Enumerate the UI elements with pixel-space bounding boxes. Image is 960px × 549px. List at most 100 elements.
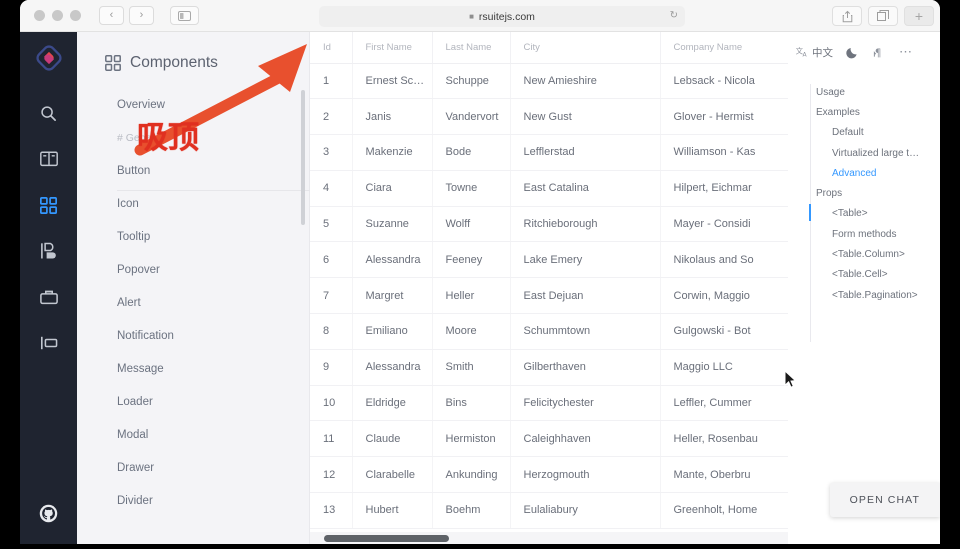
table-row[interactable]: 1 Ernest Sc… Schuppe New Amieshire Lebsack -… (310, 63, 788, 100)
cell-city: Lefflerstad (510, 134, 661, 171)
sidebar-item-icon[interactable]: Icon (77, 187, 309, 220)
github-icon[interactable] (39, 504, 58, 528)
sidebar-item-drawer[interactable]: Drawer (77, 451, 309, 484)
column-header-first-name[interactable]: First Name (352, 32, 433, 64)
book-glyph (39, 151, 58, 167)
toc-item[interactable]: <Table.Column> (816, 244, 928, 264)
maximize-window-button[interactable] (70, 10, 81, 21)
toc-item[interactable]: <Table.Pagination> (816, 285, 928, 305)
search-icon[interactable] (32, 96, 66, 130)
sidebar-item-overview[interactable]: Overview (77, 88, 309, 121)
sidebar-item-notification[interactable]: Notification (77, 319, 309, 352)
toc-item[interactable]: Advanced (816, 163, 928, 183)
cell-city: Ritchieborough (510, 206, 661, 243)
cell-first-name: Emiliano (352, 313, 433, 350)
components-grid-icon[interactable] (32, 188, 66, 222)
table-row[interactable]: 8 Emiliano Moore Schummtown Gulgowski - Bot (310, 313, 788, 350)
sidebar-item-button[interactable]: Button (77, 154, 309, 187)
extensions-icon[interactable] (32, 326, 66, 360)
window-traffic-lights (34, 10, 81, 21)
horizontal-scrollbar-thumb[interactable] (324, 535, 449, 542)
sidebar-item-divider[interactable]: Divider (77, 484, 309, 517)
reload-icon[interactable]: ↻ (670, 10, 678, 21)
cell-city: Gilberthaven (510, 349, 661, 386)
column-header-company-name[interactable]: Company Name (660, 32, 788, 64)
paragraph-direction-glyph: ¶ (873, 48, 881, 59)
cell-last-name: Bins (432, 385, 511, 422)
new-tab-button[interactable]: + (904, 6, 934, 26)
toc-item[interactable]: Usage (816, 82, 928, 102)
data-table: Id First Name Last Name City Company Nam… (310, 32, 788, 529)
cell-id: 1 (310, 63, 353, 100)
toc-item[interactable]: Props (816, 183, 928, 203)
palette-glyph (40, 242, 56, 259)
share-icon[interactable] (832, 6, 862, 26)
tabs-glyph (877, 10, 889, 21)
close-window-button[interactable] (34, 10, 45, 21)
guide-book-icon[interactable] (32, 142, 66, 176)
column-header-last-name[interactable]: Last Name (432, 32, 511, 64)
sidebar-item-popover[interactable]: Popover (77, 253, 309, 286)
table-row[interactable]: 12 Clarabelle Ankunding Herzogmouth Mante, O… (310, 456, 788, 494)
cell-id: 2 (310, 98, 353, 136)
tabs-overview-icon[interactable] (868, 6, 898, 26)
translate-icon[interactable]: 文 A 中文 (796, 45, 833, 60)
cell-city: East Dejuan (510, 277, 661, 315)
table-row[interactable]: 10 Eldridge Bins Felicitychester Leffler, Cu… (310, 385, 788, 422)
table-row[interactable]: 5 Suzanne Wolff Ritchieborough Mayer - Consi… (310, 206, 788, 243)
design-palette-icon[interactable] (32, 234, 66, 268)
minimize-window-button[interactable] (52, 10, 63, 21)
sidebar-item-modal[interactable]: Modal (77, 418, 309, 451)
docs-nav-scrollbar[interactable] (301, 90, 305, 225)
cell-id: 6 (310, 241, 353, 279)
cell-company-name: Hilpert, Eichmar (660, 170, 788, 207)
cell-city: East Catalina (510, 170, 661, 207)
cell-id: 11 (310, 420, 353, 458)
cell-company-name: Mante, Oberbru (660, 456, 788, 494)
sidebar-toggle-button[interactable] (170, 6, 199, 25)
table-row[interactable]: 7 Margret Heller East Dejuan Corwin, Maggio (310, 277, 788, 315)
toc-item[interactable]: Virtualized large t… (816, 143, 928, 163)
forward-button[interactable]: › (129, 6, 154, 25)
nav-section-general: # General (117, 131, 164, 144)
cell-last-name: Heller (432, 277, 511, 315)
cell-first-name: Eldridge (352, 385, 433, 422)
cell-id: 9 (310, 349, 353, 386)
toc-item[interactable]: Examples (816, 102, 928, 122)
nav-divider (117, 190, 310, 191)
cell-last-name: Feeney (432, 241, 511, 279)
tools-icon[interactable] (32, 280, 66, 314)
back-button[interactable]: ‹ (99, 6, 124, 25)
docs-navigation-sidebar: Components Overview # General Button Icon To… (77, 32, 310, 544)
url-bar[interactable]: ■ rsuitejs.com ↻ (319, 6, 685, 27)
toc-item[interactable]: Default (816, 123, 928, 143)
toc-item[interactable]: <Table.Cell> (816, 265, 928, 285)
rtl-direction-icon[interactable]: ¶ (873, 46, 886, 59)
dark-mode-moon-icon[interactable] (846, 45, 860, 59)
column-header-city[interactable]: City (510, 32, 661, 64)
toc-item[interactable]: <Table> (816, 204, 928, 224)
toc-item[interactable]: Form methods (816, 224, 928, 244)
rsuite-logo[interactable] (35, 44, 63, 72)
more-options-icon[interactable]: ⋯ (899, 44, 912, 60)
table-row[interactable]: 13 Hubert Boehm Eulaliabury Greenholt, Home (310, 492, 788, 529)
sidebar-item-alert[interactable]: Alert (77, 286, 309, 319)
table-row[interactable]: 9 Alessandra Smith Gilberthaven Maggio LLC (310, 349, 788, 386)
table-row[interactable]: 2 Janis Vandervort New Gust Glover - Hermist (310, 98, 788, 136)
cell-last-name: Wolff (432, 206, 511, 243)
table-row[interactable]: 4 Ciara Towne East Catalina Hilpert, Eichmar (310, 170, 788, 207)
cell-last-name: Bode (432, 134, 511, 171)
horizontal-scrollbar-track[interactable] (310, 532, 788, 544)
navigation-buttons: ‹ › (99, 6, 154, 25)
cell-city: Schummtown (510, 313, 661, 350)
moon-glyph (846, 47, 857, 59)
open-chat-button[interactable]: OPEN CHAT (829, 483, 940, 517)
page-content: Components Overview # General Button Icon To… (20, 32, 940, 544)
sidebar-item-tooltip[interactable]: Tooltip (77, 220, 309, 253)
table-row[interactable]: 6 Alessandra Feeney Lake Emery Nikolaus and … (310, 241, 788, 279)
sidebar-item-loader[interactable]: Loader (77, 385, 309, 418)
table-row[interactable]: 3 Makenzie Bode Lefflerstad Williamson - Kas (310, 134, 788, 171)
table-row[interactable]: 11 Claude Hermiston Caleighhaven Heller, Ros… (310, 420, 788, 458)
sidebar-item-message[interactable]: Message (77, 352, 309, 385)
column-header-id[interactable]: Id (310, 32, 353, 64)
